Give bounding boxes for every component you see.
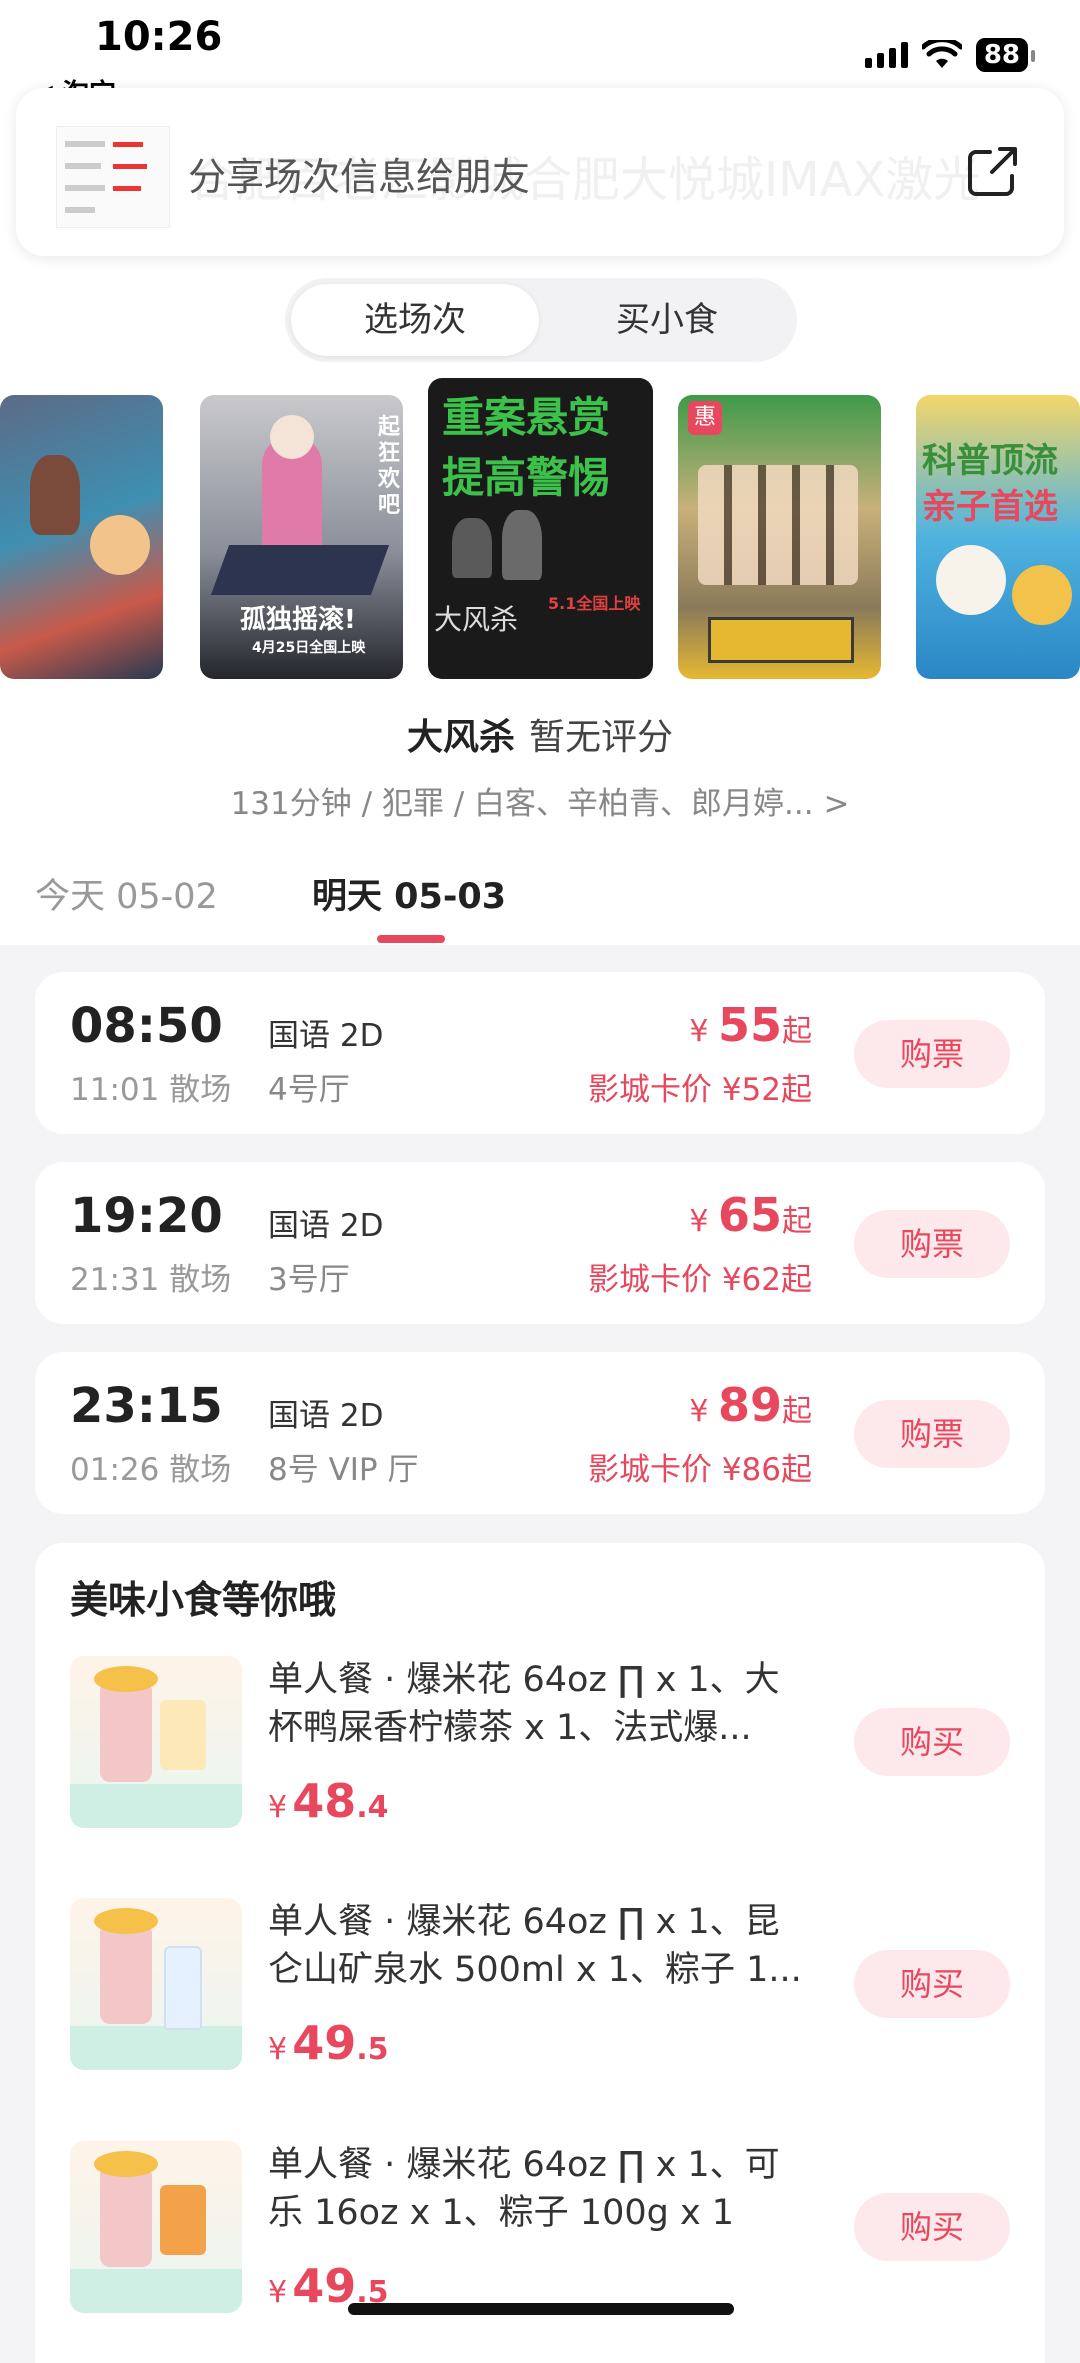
snack-image (70, 1656, 242, 1828)
session-price: ¥ 65起 (689, 1188, 812, 1242)
movie-rating: 暂无评分 (529, 717, 674, 758)
poster-3-film-name: 大风杀 (434, 603, 519, 636)
discount-badge: 惠 (688, 401, 722, 435)
price-currency: ¥ (689, 1394, 709, 1429)
snack-image (70, 1898, 242, 2070)
home-indicator (348, 2303, 734, 2315)
status-time: 10:26 (95, 14, 223, 60)
member-card-price: 影城卡价 ¥86起 (587, 1452, 812, 1488)
session-card: 08:50 11:01 散场 国语 2D 4号厅 ¥ 55起 影城卡价 ¥52起… (35, 972, 1045, 1134)
session-card: 23:15 01:26 散场 国语 2D 8号 VIP 厅 ¥ 89起 影城卡价… (35, 1352, 1045, 1514)
price-decimal: .4 (356, 1790, 389, 1825)
session-hall: 4号厅 (268, 1072, 350, 1108)
session-end-time: 01:26 散场 (70, 1452, 232, 1488)
price-integer: 48 (292, 1774, 357, 1828)
price-value: 89 (717, 1378, 782, 1432)
date-tab-today[interactable]: 今天 05-02 (35, 868, 218, 919)
snack-heading: 美味小食等你哦 (70, 1578, 337, 1622)
session-end-time: 11:01 散场 (70, 1072, 232, 1108)
poster-2-title: 孤独摇滚! (240, 605, 356, 635)
signal-icon (864, 42, 908, 68)
snack-description: 单人餐 · 爆米花 64oz ∏ x 1、昆仑山矿泉水 500ml x 1、粽子… (268, 1902, 802, 1990)
snack-item: 单人餐 · 爆米花 64oz ∏ x 1、大杯鸭屎香柠檬茶 x 1、法式爆...… (35, 1656, 1045, 1856)
buy-ticket-button[interactable]: 购票 (854, 1210, 1010, 1278)
price-currency: ¥ (268, 1790, 288, 1825)
price-currency: ¥ (689, 1204, 709, 1239)
session-end-time: 21:31 散场 (70, 1262, 232, 1298)
member-card-price: 影城卡价 ¥62起 (587, 1262, 812, 1298)
poster-5-title-line2: 亲子首选 (922, 487, 1058, 527)
buy-snack-button[interactable]: 购买 (854, 1950, 1010, 2018)
share-bar[interactable]: 合肥百老汇影城合肥大悦城IMAX激光店 分享场次信息给朋友 (16, 88, 1064, 256)
price-integer: 49 (292, 2259, 357, 2313)
session-language: 国语 2D (268, 1208, 384, 1244)
wifi-icon (921, 40, 962, 68)
share-thumbnail (56, 126, 170, 228)
price-suffix: 起 (782, 1014, 812, 1049)
poster-2-side-text: 起狂欢吧! (378, 415, 403, 518)
segment-control: 选场次 买小食 (285, 278, 797, 362)
tab-select-session[interactable]: 选场次 (291, 284, 539, 356)
session-price: ¥ 89起 (689, 1378, 812, 1432)
session-language: 国语 2D (268, 1398, 384, 1434)
snack-description: 单人餐 · 爆米花 64oz ∏ x 1、大杯鸭屎香柠檬茶 x 1、法式爆... (268, 1660, 780, 1748)
poster-4[interactable]: 惠 (678, 395, 881, 679)
snack-description: 单人餐 · 爆米花 64oz ∏ x 1、可乐 16oz x 1、粽子 100g… (268, 2145, 780, 2233)
price-value: 55 (717, 998, 782, 1052)
poster-1[interactable] (0, 395, 163, 679)
buy-snack-button[interactable]: 购买 (854, 2193, 1010, 2261)
session-start-time: 23:15 (70, 1378, 223, 1434)
poster-3-release-date: 5.1全国上映 (548, 594, 641, 613)
poster-3-title-line1: 重案悬赏 (442, 393, 611, 442)
session-card: 19:20 21:31 散场 国语 2D 3号厅 ¥ 65起 影城卡价 ¥62起… (35, 1162, 1045, 1324)
price-value: 65 (717, 1188, 782, 1242)
session-language: 国语 2D (268, 1018, 384, 1054)
price-suffix: 起 (782, 1204, 812, 1239)
snack-price: ¥ 48.4 (268, 1774, 388, 1828)
snack-image (70, 2141, 242, 2313)
session-price: ¥ 55起 (689, 998, 812, 1052)
snack-price: ¥ 49.5 (268, 2016, 388, 2070)
price-currency: ¥ (689, 1014, 709, 1049)
snack-item: 单人餐 · 爆米花 64oz ∏ x 1、昆仑山矿泉水 500ml x 1、粽子… (35, 1898, 1045, 2098)
session-hall: 3号厅 (268, 1262, 350, 1298)
poster-5[interactable]: 科普顶流 亲子首选 (916, 395, 1080, 679)
session-start-time: 08:50 (70, 998, 223, 1054)
session-hall: 8号 VIP 厅 (268, 1452, 419, 1488)
buy-snack-button[interactable]: 购买 (854, 1708, 1010, 1776)
snack-section: 美味小食等你哦 单人餐 · 爆米花 64oz ∏ x 1、大杯鸭屎香柠檬茶 x … (35, 1543, 1045, 2363)
poster-3-title-line2: 提高警惕 (442, 453, 611, 502)
price-integer: 49 (292, 2016, 357, 2070)
poster-2-date: 4月25日全国上映 (252, 640, 366, 656)
date-tab-tomorrow[interactable]: 明天 05-03 (312, 868, 506, 919)
tab-buy-snacks[interactable]: 买小食 (543, 284, 791, 356)
share-text: 分享场次信息给朋友 (188, 155, 531, 199)
battery-icon: 88 (975, 38, 1036, 72)
movie-title-row: 大风杀 暂无评分 (0, 708, 1080, 760)
movie-name: 大风杀 (406, 717, 515, 758)
session-start-time: 19:20 (70, 1188, 223, 1244)
status-icons: 88 (864, 38, 1036, 72)
price-currency: ¥ (268, 2275, 288, 2310)
poster-5-title-line1: 科普顶流 (922, 441, 1058, 481)
poster-3[interactable]: 重案悬赏 提高警惕 大风杀 5.1全国上映 (428, 378, 653, 679)
share-icon[interactable] (966, 144, 1020, 198)
price-suffix: 起 (782, 1394, 812, 1429)
poster-2[interactable]: 孤独摇滚! 4月25日全国上映 起狂欢吧! (200, 395, 403, 679)
member-card-price: 影城卡价 ¥52起 (587, 1072, 812, 1108)
date-tab-indicator (377, 935, 445, 943)
price-currency: ¥ (268, 2032, 288, 2067)
movie-meta-link[interactable]: 131分钟 / 犯罪 / 白客、辛柏青、郎月婷... > (0, 778, 1080, 823)
buy-ticket-button[interactable]: 购票 (854, 1400, 1010, 1468)
buy-ticket-button[interactable]: 购票 (854, 1020, 1010, 1088)
price-decimal: .5 (356, 2032, 389, 2067)
